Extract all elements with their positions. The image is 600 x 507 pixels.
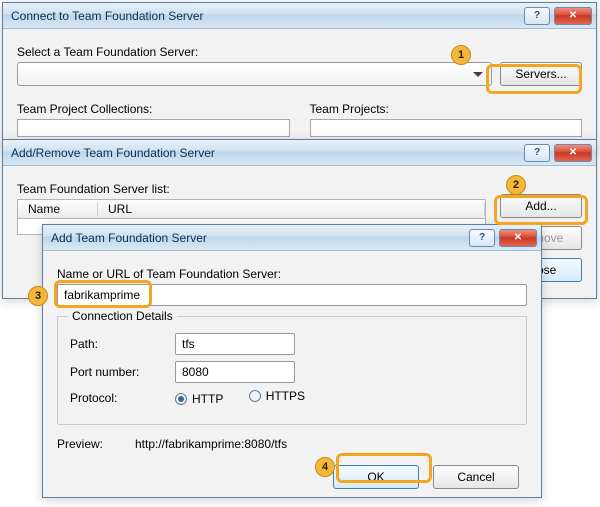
- server-list-label: Team Foundation Server list:: [17, 182, 486, 196]
- radio-icon: [249, 390, 261, 402]
- titlebar[interactable]: Add/Remove Team Foundation Server ? ✕: [3, 140, 596, 166]
- path-label: Path:: [70, 337, 175, 351]
- add-tfs-dialog: Add Team Foundation Server ? ✕ Name or U…: [42, 224, 542, 498]
- projects-list[interactable]: [310, 119, 583, 137]
- port-input[interactable]: 8080: [175, 361, 295, 383]
- callout-3: 3: [28, 286, 48, 306]
- col-url[interactable]: URL: [98, 202, 485, 216]
- help-button[interactable]: ?: [469, 229, 495, 247]
- server-dropdown[interactable]: [17, 62, 492, 86]
- col-name[interactable]: Name: [18, 202, 98, 216]
- server-name-value: fabrikamprime: [64, 288, 140, 302]
- close-button[interactable]: ✕: [499, 229, 537, 247]
- collections-label: Team Project Collections:: [17, 102, 290, 116]
- callout-4: 4: [315, 457, 335, 477]
- dialog-title: Connect to Team Foundation Server: [11, 9, 520, 23]
- group-title: Connection Details: [68, 309, 177, 323]
- server-name-input[interactable]: fabrikamprime: [57, 284, 527, 306]
- callout-1: 1: [451, 45, 471, 65]
- select-server-label: Select a Team Foundation Server:: [17, 45, 582, 59]
- callout-2: 2: [506, 175, 526, 195]
- path-input[interactable]: tfs: [175, 333, 295, 355]
- help-button[interactable]: ?: [524, 7, 550, 25]
- protocol-http-radio[interactable]: HTTP: [175, 392, 223, 406]
- close-button[interactable]: ✕: [554, 144, 592, 162]
- dialog-title: Add/Remove Team Foundation Server: [11, 146, 520, 160]
- port-label: Port number:: [70, 365, 175, 379]
- dialog-title: Add Team Foundation Server: [51, 231, 465, 245]
- connection-details-group: Connection Details Path: tfs Port number…: [57, 316, 527, 425]
- servers-button[interactable]: Servers...: [500, 62, 582, 86]
- titlebar[interactable]: Connect to Team Foundation Server ? ✕: [3, 3, 596, 29]
- connect-tfs-dialog: Connect to Team Foundation Server ? ✕ Se…: [2, 2, 597, 152]
- radio-icon: [175, 393, 187, 405]
- preview-value: http://fabrikamprime:8080/tfs: [135, 437, 287, 451]
- projects-label: Team Projects:: [310, 102, 583, 116]
- collections-list[interactable]: [17, 119, 290, 137]
- ok-button[interactable]: OK: [333, 465, 419, 489]
- close-button[interactable]: ✕: [554, 7, 592, 25]
- protocol-label: Protocol:: [70, 391, 175, 405]
- protocol-https-radio[interactable]: HTTPS: [249, 389, 305, 403]
- help-button[interactable]: ?: [524, 144, 550, 162]
- cancel-button[interactable]: Cancel: [433, 465, 519, 489]
- titlebar[interactable]: Add Team Foundation Server ? ✕: [43, 225, 541, 251]
- server-grid-header: Name URL: [17, 199, 486, 219]
- preview-label: Preview:: [57, 437, 135, 451]
- server-name-label: Name or URL of Team Foundation Server:: [57, 267, 527, 281]
- add-button[interactable]: Add...: [500, 194, 582, 218]
